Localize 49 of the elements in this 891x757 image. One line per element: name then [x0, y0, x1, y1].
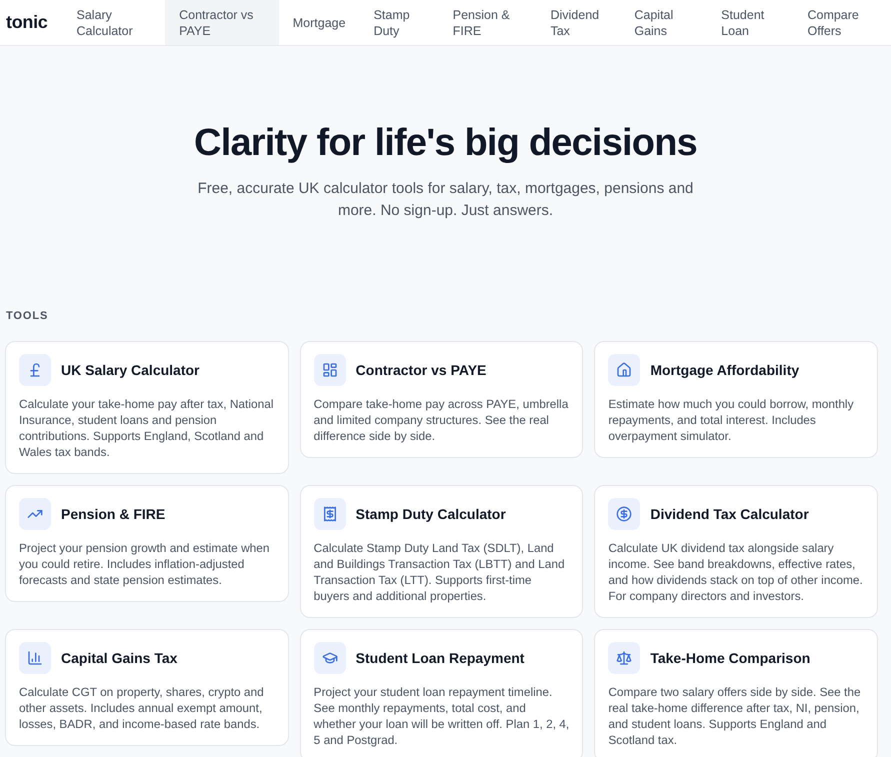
tool-card[interactable]: Stamp Duty Calculator Calculate Stamp Duty Land Tax (SDLT), Land and Buildings Transaction Tax (LBTT) and Land Transaction Tax (LTT). Supports first-time buyers and additional properties.: [300, 485, 584, 618]
scale-icon: [608, 642, 640, 674]
hero-title: Clarity for life's big decisions: [194, 121, 697, 166]
house-icon: [608, 354, 640, 386]
nav-link[interactable]: Salary Calculator: [62, 0, 166, 45]
nav-link[interactable]: Contractor vs PAYE: [165, 0, 279, 45]
grid-icon: [314, 354, 346, 386]
card-description: Project your pension growth and estimate when you could retire. Includes inflation-adjusted forecasts and state pension estimates.: [19, 540, 271, 588]
nav-link[interactable]: Pension & FIRE: [438, 0, 536, 45]
trend-up-icon: [19, 498, 51, 530]
tool-card[interactable]: Contractor vs PAYE Compare take-home pay across PAYE, umbrella and limited company structures. See the real difference side by side.: [300, 341, 584, 458]
card-description: Calculate CGT on property, shares, crypto and other assets. Includes annual exempt amount, losses, BADR, and income-based rate bands.: [19, 684, 265, 732]
card-description: Calculate Stamp Duty Land Tax (SDLT), Land and Buildings Transaction Tax (LBTT) and Land Transaction Tax (LTT). Supports first-time buyers and additional properties.: [314, 540, 566, 604]
tool-card[interactable]: Student Loan Repayment Project your student loan repayment timeline. See monthly repayments, total cost, and whether your loan will be written off. Plan 1, 2, 4, 5 and Postgrad.: [300, 629, 584, 757]
nav-link[interactable]: Compare Offers: [793, 0, 891, 45]
nav-link[interactable]: Stamp Duty: [360, 0, 439, 45]
card-title: Student Loan Repayment: [356, 649, 524, 667]
nav-link[interactable]: Dividend Tax: [536, 0, 620, 45]
card-title: Mortgage Affordability: [650, 361, 800, 379]
card-description: Estimate how much you could borrow, monthly repayments, and total interest. Includes overpayment simulator.: [608, 396, 855, 444]
card-description: Calculate UK dividend tax alongside salary income. See band breakdowns, effective rates, and how dividends stack on top of other income. For company directors and investors.: [608, 540, 864, 604]
tool-card[interactable]: Pension & FIRE Project your pension growth and estimate when you could retire. Includes inflation-adjusted forecasts and state pension estimates.: [5, 485, 289, 602]
card-title: Capital Gains Tax: [61, 649, 178, 667]
hero-subtitle: Free, accurate UK calculator tools for salary, tax, mortgages, pensions and more. No sign-up. Just answers.: [196, 179, 694, 221]
bar-chart-icon: [19, 642, 51, 674]
section-heading: TOOLS: [6, 309, 50, 323]
card-description: Project your student loan repayment timeline. See monthly repayments, total cost, and whether your loan will be written off. Plan 1, 2, 4, 5 and Postgrad.: [314, 684, 570, 748]
card-title: Pension & FIRE: [61, 505, 166, 523]
card-title: Contractor vs PAYE: [356, 361, 486, 379]
tool-card[interactable]: Capital Gains Tax Calculate CGT on property, shares, crypto and other assets. Includes annual exempt amount, losses, BADR, and income-based rate bands.: [5, 629, 289, 746]
receipt-icon: [314, 498, 346, 530]
logo[interactable]: tonic: [0, 0, 62, 45]
nav-link[interactable]: Capital Gains: [620, 0, 708, 45]
card-description: Calculate your take-home pay after tax, National Insurance, student loans and pension contributions. Supports England, Scotland and Wales tax bands.: [19, 396, 274, 460]
tool-card[interactable]: UK Salary Calculator Calculate your take-home pay after tax, National Insurance, student loans and pension contributions. Supports England, Scotland and Wales tax bands.: [5, 341, 289, 474]
tool-card[interactable]: Mortgage Affordability Estimate how much you could borrow, monthly repayments, and total interest. Includes overpayment simulator.: [594, 341, 878, 458]
card-description: Compare two salary offers side by side. See the real take-home difference after tax, NI, pension, and student loans. Supports England and Scotland tax.: [608, 684, 862, 748]
card-title: Dividend Tax Calculator: [650, 505, 809, 523]
nav-link[interactable]: Student Loan: [707, 0, 794, 45]
dollar-coin-icon: [608, 498, 640, 530]
nav-link[interactable]: Mortgage: [278, 0, 360, 45]
card-title: UK Salary Calculator: [61, 361, 200, 379]
card-title: Take-Home Comparison: [650, 649, 810, 667]
tool-card[interactable]: Take-Home Comparison Compare two salary offers side by side. See the real take-home difference after tax, NI, pension, and student loans. Supports England and Scotland tax.: [594, 629, 878, 757]
card-title: Stamp Duty Calculator: [356, 505, 506, 523]
pound-icon: [19, 354, 51, 386]
card-description: Compare take-home pay across PAYE, umbrella and limited company structures. See the real difference side by side.: [314, 396, 570, 444]
graduation-cap-icon: [314, 642, 346, 674]
tool-card[interactable]: Dividend Tax Calculator Calculate UK dividend tax alongside salary income. See band breakdowns, effective rates, and how dividends stack on top of other income. For company directors and investors.: [594, 485, 878, 618]
